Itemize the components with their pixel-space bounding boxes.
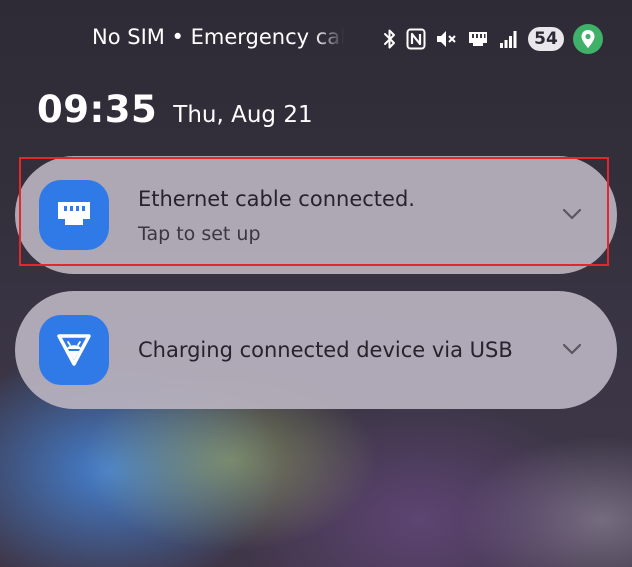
mute-icon [435, 28, 457, 50]
ethernet-icon [39, 180, 109, 250]
carrier-status-text: No SIM • Emergency calls only [92, 25, 344, 49]
notification-ethernet[interactable]: Ethernet cable connected. Tap to set up [15, 156, 617, 274]
android-system-icon [39, 315, 109, 385]
battery-icon: 54 [528, 27, 564, 51]
notification-title: Charging connected device via USB [138, 338, 513, 362]
notification-title: Ethernet cable connected. [138, 187, 415, 211]
bluetooth-icon [383, 28, 397, 50]
location-icon[interactable] [573, 24, 603, 54]
battery-level: 54 [534, 29, 558, 49]
chevron-down-icon[interactable] [561, 341, 583, 357]
status-icons: 54 [383, 24, 603, 54]
nfc-icon [406, 28, 426, 50]
signal-icon [499, 29, 519, 49]
clock-time: 09:35 [37, 88, 158, 131]
wallpaper [0, 0, 632, 567]
notification-subtitle: Tap to set up [138, 223, 261, 245]
notification-usb-charging[interactable]: Charging connected device via USB [15, 291, 617, 409]
lockscreen-clock: 09:35 Thu, Aug 21 [37, 88, 313, 131]
clock-date: Thu, Aug 21 [173, 102, 313, 128]
ethernet-icon [466, 29, 490, 49]
status-bar: No SIM • Emergency calls only 54 [0, 22, 632, 56]
chevron-down-icon[interactable] [561, 206, 583, 222]
